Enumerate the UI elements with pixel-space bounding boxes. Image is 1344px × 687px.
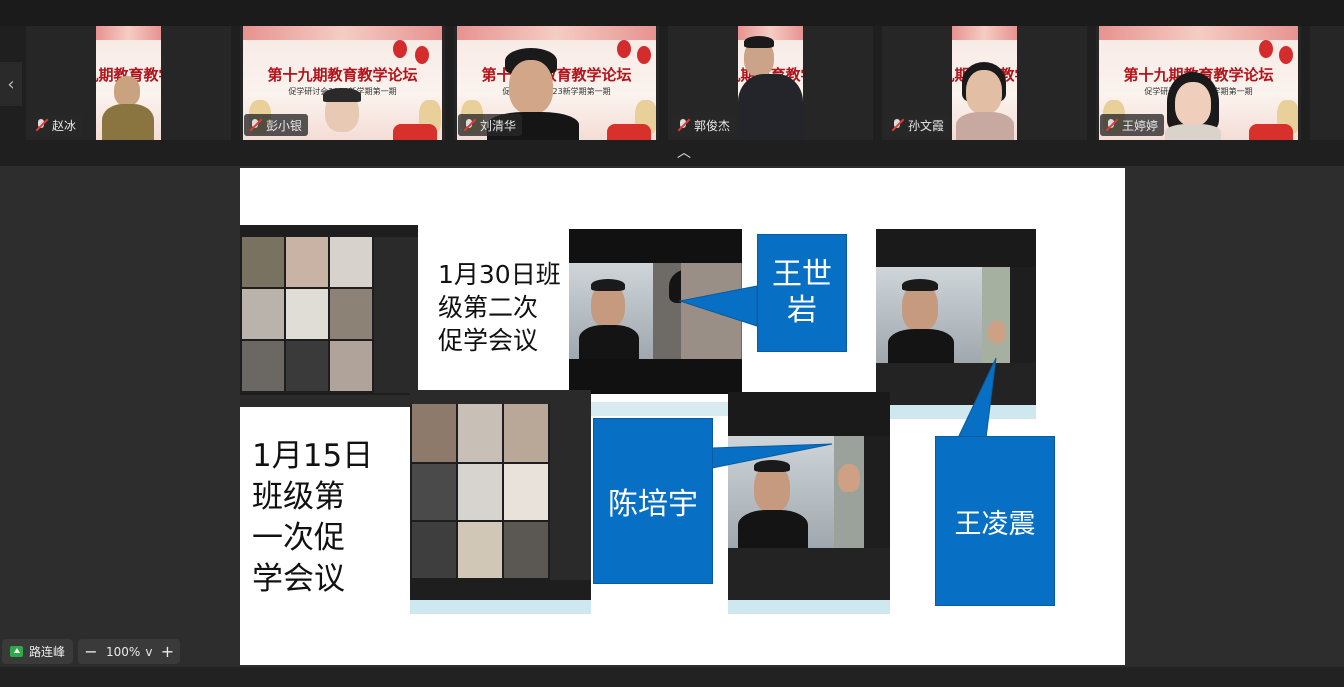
participant-tile[interactable]: 第十九期教育教学论坛 郭俊杰 [668,26,873,140]
participant-name: 赵冰 [52,118,77,133]
participant-name: 郭俊杰 [694,118,731,133]
participant-strip: ‹ 第十九期教育教学论坛 赵冰 第十九期教育教 [0,0,1344,166]
participant-name-tag: 孙文霞 [886,114,951,136]
zoom-control: − 100% v + [78,639,181,664]
chevron-down-icon: v [145,644,153,659]
zoom-level-dropdown[interactable]: 100% v [106,645,152,659]
chevron-up-icon: ︿ [677,145,691,161]
participant-face [1175,82,1211,126]
participant-body [1165,124,1221,140]
collapse-strip-button[interactable]: ︿ [672,146,696,160]
participant-tile[interactable]: 第十九期教育教学论坛 促学研讨会2023新学期第一期 彭小银 [240,26,445,140]
presenter-name: 路连峰 [29,645,66,659]
callout-label: 王凌震 [935,436,1055,606]
participant-body [102,104,154,140]
muted-mic-icon [248,118,262,132]
muted-mic-icon [1104,118,1118,132]
participant-video: 第十九期教育教学论坛 [738,26,803,140]
participant-tile[interactable]: 第十九期教育教学论坛 孙文霞 [882,26,1087,140]
participant-video: 第十九期教育教学论坛 [96,26,161,140]
previous-page-button[interactable]: ‹ [0,62,22,106]
participant-name-tag: 郭俊杰 [672,114,737,136]
slide-subtitle-text: 促学研讨会2023新学期第一期 [502,87,611,96]
screen-share-icon [10,646,23,657]
participant-body [738,74,803,140]
zoom-out-button[interactable]: − [84,643,98,660]
participant-body [956,112,1014,140]
participant-name: 刘清华 [480,118,517,133]
zoom-in-button[interactable]: + [160,643,174,660]
callout-label: 王世 岩 [757,234,847,352]
participant-tile[interactable]: 第十九期教育教学论坛 促学研讨会2023新学期第一期 刘清华 [454,26,659,140]
muted-mic-icon [676,118,690,132]
presenter-badge[interactable]: 路连峰 [2,639,74,664]
meeting-window: ‹ 第十九期教育教学论坛 赵冰 第十九期教育教 [0,0,1344,687]
participant-name-tag: 王婷婷 [1100,114,1165,136]
participant-name: 彭小银 [266,118,303,133]
participant-name: 王婷婷 [1122,118,1159,133]
participant-tile[interactable]: 第十九期教育教学论坛 促学研讨会2023新学期第一期 王婷婷 [1096,26,1301,140]
slide-title-text: 第十九期教育教学论坛 [267,66,418,84]
participant-name-tag: 刘清华 [458,114,523,136]
participant-name-tag: 赵冰 [30,114,83,136]
participant-face [509,60,553,114]
shared-screen: 1月30日班 级第二次 促学会议 1月15日 班级第 一次促 学会议 王世 岩 … [240,168,1125,665]
zoom-level: 100% [106,644,141,659]
participant-name: 孙文霞 [908,118,945,133]
muted-mic-icon [34,118,48,132]
muted-mic-icon [462,118,476,132]
participant-face [114,76,140,106]
muted-mic-icon [890,118,904,132]
chevron-left-icon: ‹ [7,73,15,95]
participant-tile-partial[interactable] [1310,26,1344,140]
participant-face [966,70,1002,114]
callout-label: 陈培宇 [593,418,713,584]
participant-tile[interactable]: 第十九期教育教学论坛 赵冰 [26,26,231,140]
participant-video: 第十九期教育教学论坛 [952,26,1017,140]
title-area [0,0,1344,26]
bottom-bar [0,667,1344,687]
participant-name-tag: 彭小银 [244,114,309,136]
